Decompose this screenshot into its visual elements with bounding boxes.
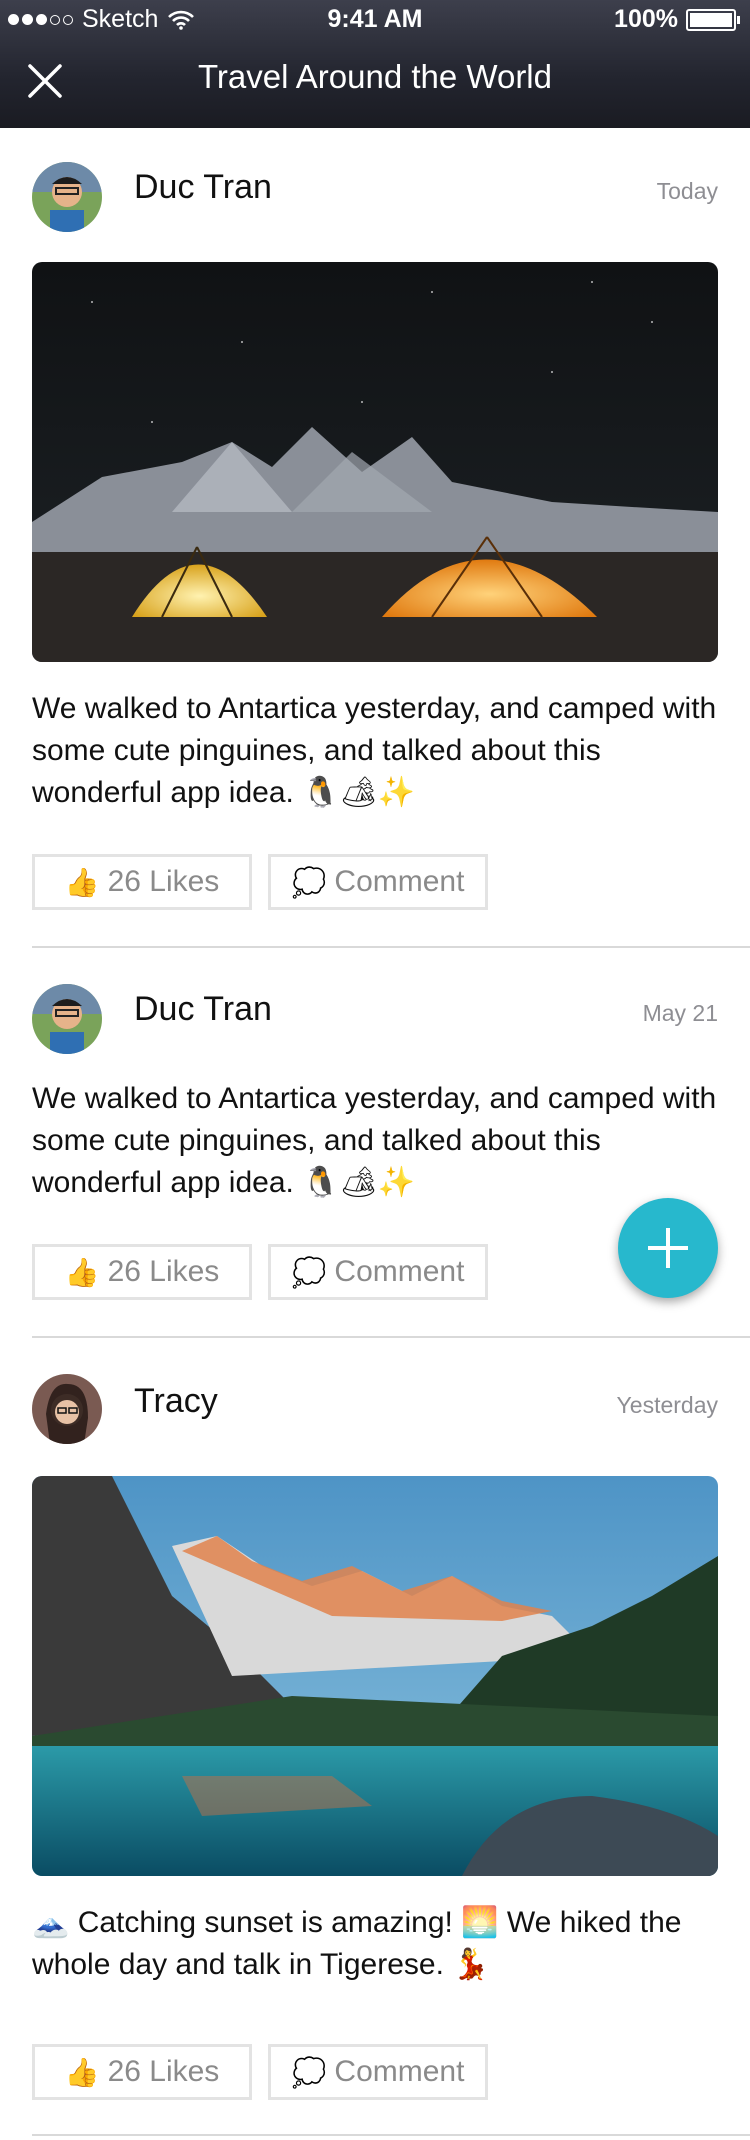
author-name[interactable]: Duc Tran	[134, 990, 272, 1029]
avatar[interactable]	[32, 162, 102, 232]
status-bar: Sketch 9:41 AM 100%	[0, 0, 750, 40]
author-name[interactable]: Tracy	[134, 1382, 218, 1421]
like-button[interactable]: 👍 26 Likes	[32, 854, 252, 910]
avatar[interactable]	[32, 984, 102, 1054]
speech-bubble-icon: 💭	[291, 2056, 327, 2088]
thumbs-up-icon: 👍	[64, 866, 100, 898]
battery-icon	[686, 8, 740, 31]
like-count: 26 Likes	[107, 1255, 220, 1288]
page-title: Travel Around the World	[197, 58, 552, 95]
like-button[interactable]: 👍 26 Likes	[32, 1244, 252, 1300]
comment-button[interactable]: 💭 Comment	[268, 2044, 488, 2100]
like-count: 26 Likes	[107, 2055, 220, 2088]
nav-header: Sketch 9:41 AM 100% Travel Around the Wo…	[0, 0, 750, 128]
like-button[interactable]: 👍 26 Likes	[32, 2044, 252, 2100]
comment-button[interactable]: 💭 Comment	[268, 854, 488, 910]
thumbs-up-icon: 👍	[64, 1256, 100, 1288]
post-photo[interactable]	[32, 1476, 718, 1876]
post-date: Yesterday	[616, 1392, 718, 1418]
speech-bubble-icon: 💭	[291, 1256, 327, 1288]
comment-label: Comment	[334, 1255, 465, 1288]
divider	[32, 2134, 750, 2136]
divider	[32, 946, 750, 948]
like-count: 26 Likes	[107, 865, 220, 898]
thumbs-up-icon: 👍	[64, 2056, 100, 2088]
post-date: Today	[656, 178, 718, 204]
author-name[interactable]: Duc Tran	[134, 168, 272, 207]
divider	[32, 1336, 750, 1338]
post-date: May 21	[642, 1000, 718, 1026]
post-text: We walked to Antartica yesterday, and ca…	[32, 692, 717, 809]
avatar[interactable]	[32, 1374, 102, 1444]
post-photo[interactable]	[32, 262, 718, 662]
post-text: We walked to Antartica yesterday, and ca…	[32, 1082, 717, 1199]
battery-percent: 100%	[614, 5, 678, 33]
add-post-button[interactable]	[618, 1198, 718, 1298]
comment-button[interactable]: 💭 Comment	[268, 1244, 488, 1300]
post-text: 🗻 Catching sunset is amazing! 🌅 We hiked…	[32, 1906, 682, 1981]
comment-label: Comment	[334, 2055, 465, 2088]
battery-status: 100%	[614, 5, 740, 34]
speech-bubble-icon: 💭	[291, 866, 327, 898]
comment-label: Comment	[334, 865, 465, 898]
